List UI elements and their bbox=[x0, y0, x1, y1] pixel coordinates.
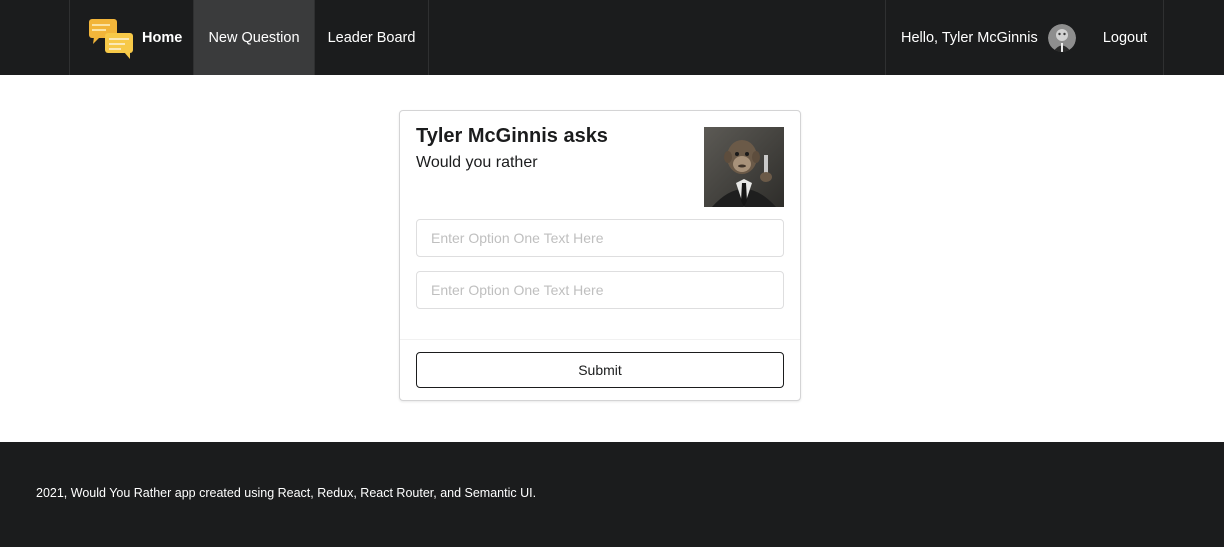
card-divider bbox=[400, 339, 800, 340]
card-subtitle: Would you rather bbox=[416, 154, 538, 171]
nav-logout-label: Logout bbox=[1102, 29, 1148, 46]
nav-divider bbox=[1163, 0, 1164, 75]
nav-new-question-label: New Question bbox=[208, 29, 300, 46]
user-avatar bbox=[1047, 23, 1076, 52]
nav-home-link[interactable]: Home bbox=[70, 0, 193, 75]
footer-text: 2021, Would You Rather app created using… bbox=[36, 486, 537, 500]
option-one-input[interactable] bbox=[416, 219, 784, 257]
new-question-card: Tyler McGinnis asks Would you rather Ent… bbox=[399, 110, 801, 401]
top-navbar: Home New Question Leader Board Hello, Ty… bbox=[0, 0, 1224, 75]
author-avatar bbox=[704, 127, 784, 207]
page-footer: 2021, Would You Rather app created using… bbox=[0, 442, 1224, 547]
nav-leader-board-label: Leader Board bbox=[327, 29, 416, 46]
option-two-input[interactable] bbox=[416, 271, 784, 309]
greeting-text: Hello, Tyler McGinnis bbox=[901, 29, 1038, 46]
nav-new-question-link[interactable]: New Question bbox=[194, 0, 314, 75]
submit-button[interactable]: Submit bbox=[416, 352, 784, 388]
nav-divider bbox=[428, 0, 429, 75]
nav-user-greeting: Hello, Tyler McGinnis bbox=[886, 0, 1086, 75]
nav-home-label: Home bbox=[142, 29, 183, 46]
speech-bubbles-icon bbox=[89, 18, 133, 59]
card-author-title: Tyler McGinnis asks bbox=[416, 125, 608, 147]
nav-leader-board-link[interactable]: Leader Board bbox=[315, 0, 428, 75]
nav-logout-link[interactable]: Logout bbox=[1086, 0, 1164, 75]
